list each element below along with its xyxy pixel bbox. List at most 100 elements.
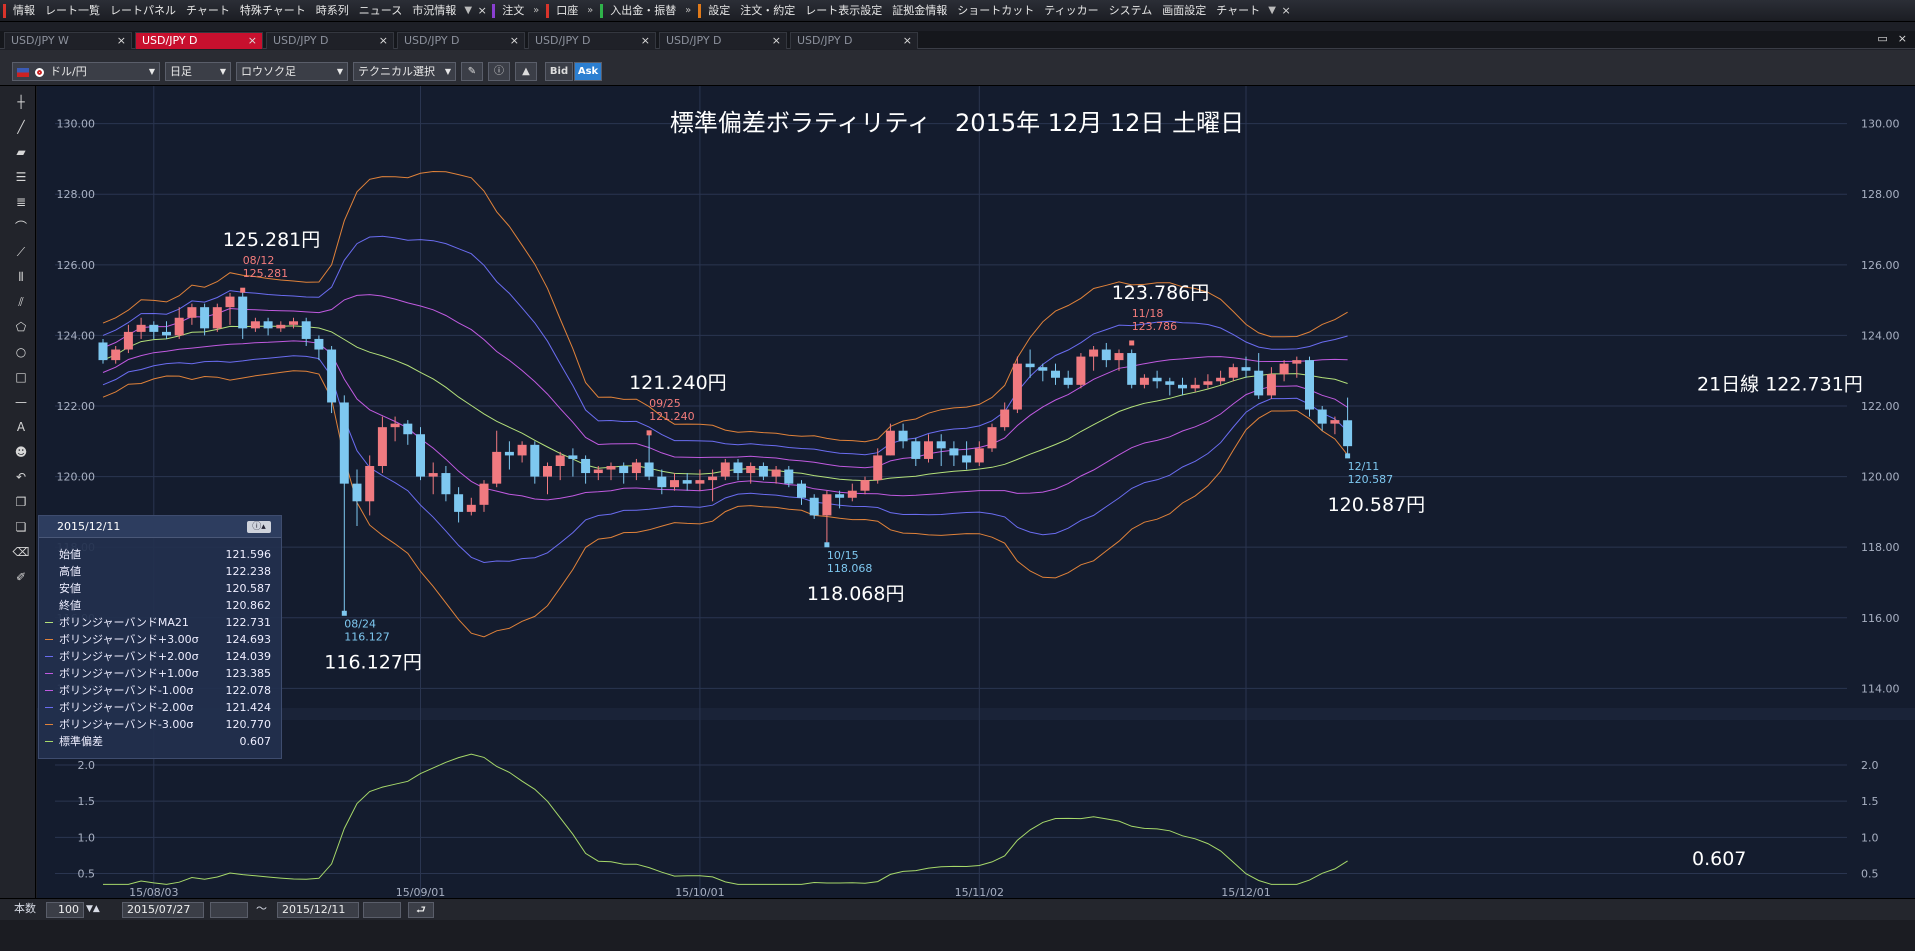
tab-chart[interactable]: USD/JPY D × <box>266 32 394 49</box>
candle-body[interactable] <box>390 423 400 428</box>
from-date-input[interactable]: 2015/07/27 <box>122 902 204 918</box>
count-stepper-icon[interactable]: ▼▲ <box>86 902 100 918</box>
candle-body[interactable] <box>720 462 730 477</box>
tab-chart[interactable]: USD/JPY D × <box>790 32 918 49</box>
candle-body[interactable] <box>822 494 832 516</box>
candle-body[interactable] <box>377 427 387 466</box>
candle-body[interactable] <box>847 490 857 498</box>
period-select[interactable]: 日足 ▼ <box>165 62 231 81</box>
menu-item[interactable]: 時系列 <box>311 0 354 22</box>
candle-body[interactable] <box>454 494 464 512</box>
tab-chart[interactable]: USD/JPY D × <box>135 32 263 49</box>
pitchfork-icon[interactable]: ⫽ <box>10 292 32 312</box>
candle-body[interactable] <box>200 307 210 329</box>
candle-body[interactable] <box>1203 381 1213 385</box>
candle-body[interactable] <box>1025 363 1035 368</box>
vertical-lines-icon[interactable]: ⦀ <box>10 267 32 287</box>
candle-body[interactable] <box>504 451 514 456</box>
candle-body[interactable] <box>758 466 768 477</box>
pentagon-icon[interactable]: ⬠ <box>10 317 32 337</box>
candle-body[interactable] <box>123 331 133 350</box>
menu-item[interactable]: 設定 <box>703 0 735 22</box>
candle-body[interactable] <box>1343 420 1353 447</box>
fan-lines-icon[interactable]: ⟋ <box>10 242 32 262</box>
candle-body[interactable] <box>212 307 222 329</box>
rectangle-icon[interactable]: □ <box>10 367 32 387</box>
menu-item[interactable]: 画面設定 <box>1157 0 1211 22</box>
candle-body[interactable] <box>187 307 197 318</box>
restore-window-icon[interactable]: ▭ <box>1877 32 1887 45</box>
menu-item[interactable]: ニュース <box>354 0 407 22</box>
menu-item[interactable]: 情報 <box>8 0 40 22</box>
draw-pen-button[interactable]: ✎ <box>461 62 483 81</box>
candle-body[interactable] <box>162 331 171 336</box>
candle-body[interactable] <box>1114 353 1124 361</box>
candle-body[interactable] <box>276 324 286 329</box>
ruler-icon[interactable]: ▰ <box>10 142 32 162</box>
candle-body[interactable] <box>771 469 781 477</box>
bid-button[interactable]: Bid <box>545 62 573 81</box>
tab-close-icon[interactable]: × <box>772 33 781 49</box>
text-tool-icon[interactable]: A <box>10 417 32 437</box>
menu-item[interactable]: レートパネル <box>105 0 181 22</box>
candle-body[interactable] <box>1292 360 1302 364</box>
menu-item[interactable]: レート一覧 <box>40 0 105 22</box>
count-input[interactable]: 100 <box>46 902 84 918</box>
to-date-input[interactable]: 2015/12/11 <box>277 902 359 918</box>
candle-body[interactable] <box>962 455 972 463</box>
candle-body[interactable] <box>593 469 603 474</box>
menu-item[interactable]: 特殊チャート <box>235 0 311 22</box>
candle-body[interactable] <box>111 349 121 361</box>
tab-close-icon[interactable]: × <box>379 33 388 49</box>
tab-close-icon[interactable]: × <box>903 33 912 49</box>
candle-body[interactable] <box>327 349 337 403</box>
menu-item[interactable]: 注文 <box>497 0 529 22</box>
candle-body[interactable] <box>1279 363 1289 375</box>
eraser-icon[interactable]: ⌫ <box>10 542 32 562</box>
candle-body[interactable] <box>365 466 375 502</box>
close-icon[interactable]: × <box>1279 4 1293 17</box>
candle-body[interactable] <box>987 427 997 449</box>
tab-chart[interactable]: USD/JPY D × <box>528 32 656 49</box>
candle-body[interactable] <box>1305 360 1314 410</box>
emoji-icon[interactable]: ☻ <box>10 442 32 462</box>
candle-body[interactable] <box>1228 367 1238 378</box>
candle-body[interactable] <box>809 497 819 516</box>
copy-icon[interactable]: ❐ <box>10 492 32 512</box>
circle-icon[interactable]: ○ <box>10 342 32 362</box>
candle-body[interactable] <box>1190 384 1200 389</box>
candle-body[interactable] <box>98 342 108 361</box>
menu-item[interactable]: レート表示設定 <box>800 0 887 22</box>
tab-chart[interactable]: USD/JPY D × <box>397 32 525 49</box>
candle-body[interactable] <box>174 317 184 336</box>
area-chart-button[interactable]: ▲ <box>515 62 537 81</box>
menu-item[interactable]: システム <box>1104 0 1158 22</box>
candle-body[interactable] <box>644 462 654 477</box>
candle-body[interactable] <box>1178 384 1187 389</box>
candle-body[interactable] <box>517 444 527 456</box>
candle-body[interactable] <box>1152 377 1162 382</box>
tab-close-icon[interactable]: × <box>641 33 650 49</box>
candle-body[interactable] <box>441 473 451 495</box>
menu-item[interactable]: ショートカット <box>952 0 1039 22</box>
dropdown-arrow-icon[interactable]: ▼ <box>1265 5 1279 16</box>
fibonacci-arc-icon[interactable]: ⌒ <box>10 217 32 237</box>
candle-body[interactable] <box>149 324 159 332</box>
menu-item[interactable]: 市況情報 <box>407 0 461 22</box>
candle-body[interactable] <box>873 455 883 481</box>
menu-item[interactable]: チャート <box>181 0 235 22</box>
candle-body[interactable] <box>1317 409 1327 424</box>
menu-item[interactable]: チャート <box>1211 0 1265 22</box>
candle-body[interactable] <box>860 480 870 491</box>
candle-body[interactable] <box>352 483 362 502</box>
apply-range-button[interactable]: ⮐ <box>408 902 434 918</box>
candle-body[interactable] <box>555 455 565 466</box>
candle-body[interactable] <box>466 504 476 512</box>
horizontal-lines-icon[interactable]: ☰ <box>10 167 32 187</box>
candle-body[interactable] <box>1266 374 1276 396</box>
candle-body[interactable] <box>428 473 438 477</box>
paste-icon[interactable]: ❏ <box>10 517 32 537</box>
menu-item[interactable]: 証拠金情報 <box>887 0 952 22</box>
candle-body[interactable] <box>631 462 641 474</box>
candle-body[interactable] <box>885 430 895 456</box>
